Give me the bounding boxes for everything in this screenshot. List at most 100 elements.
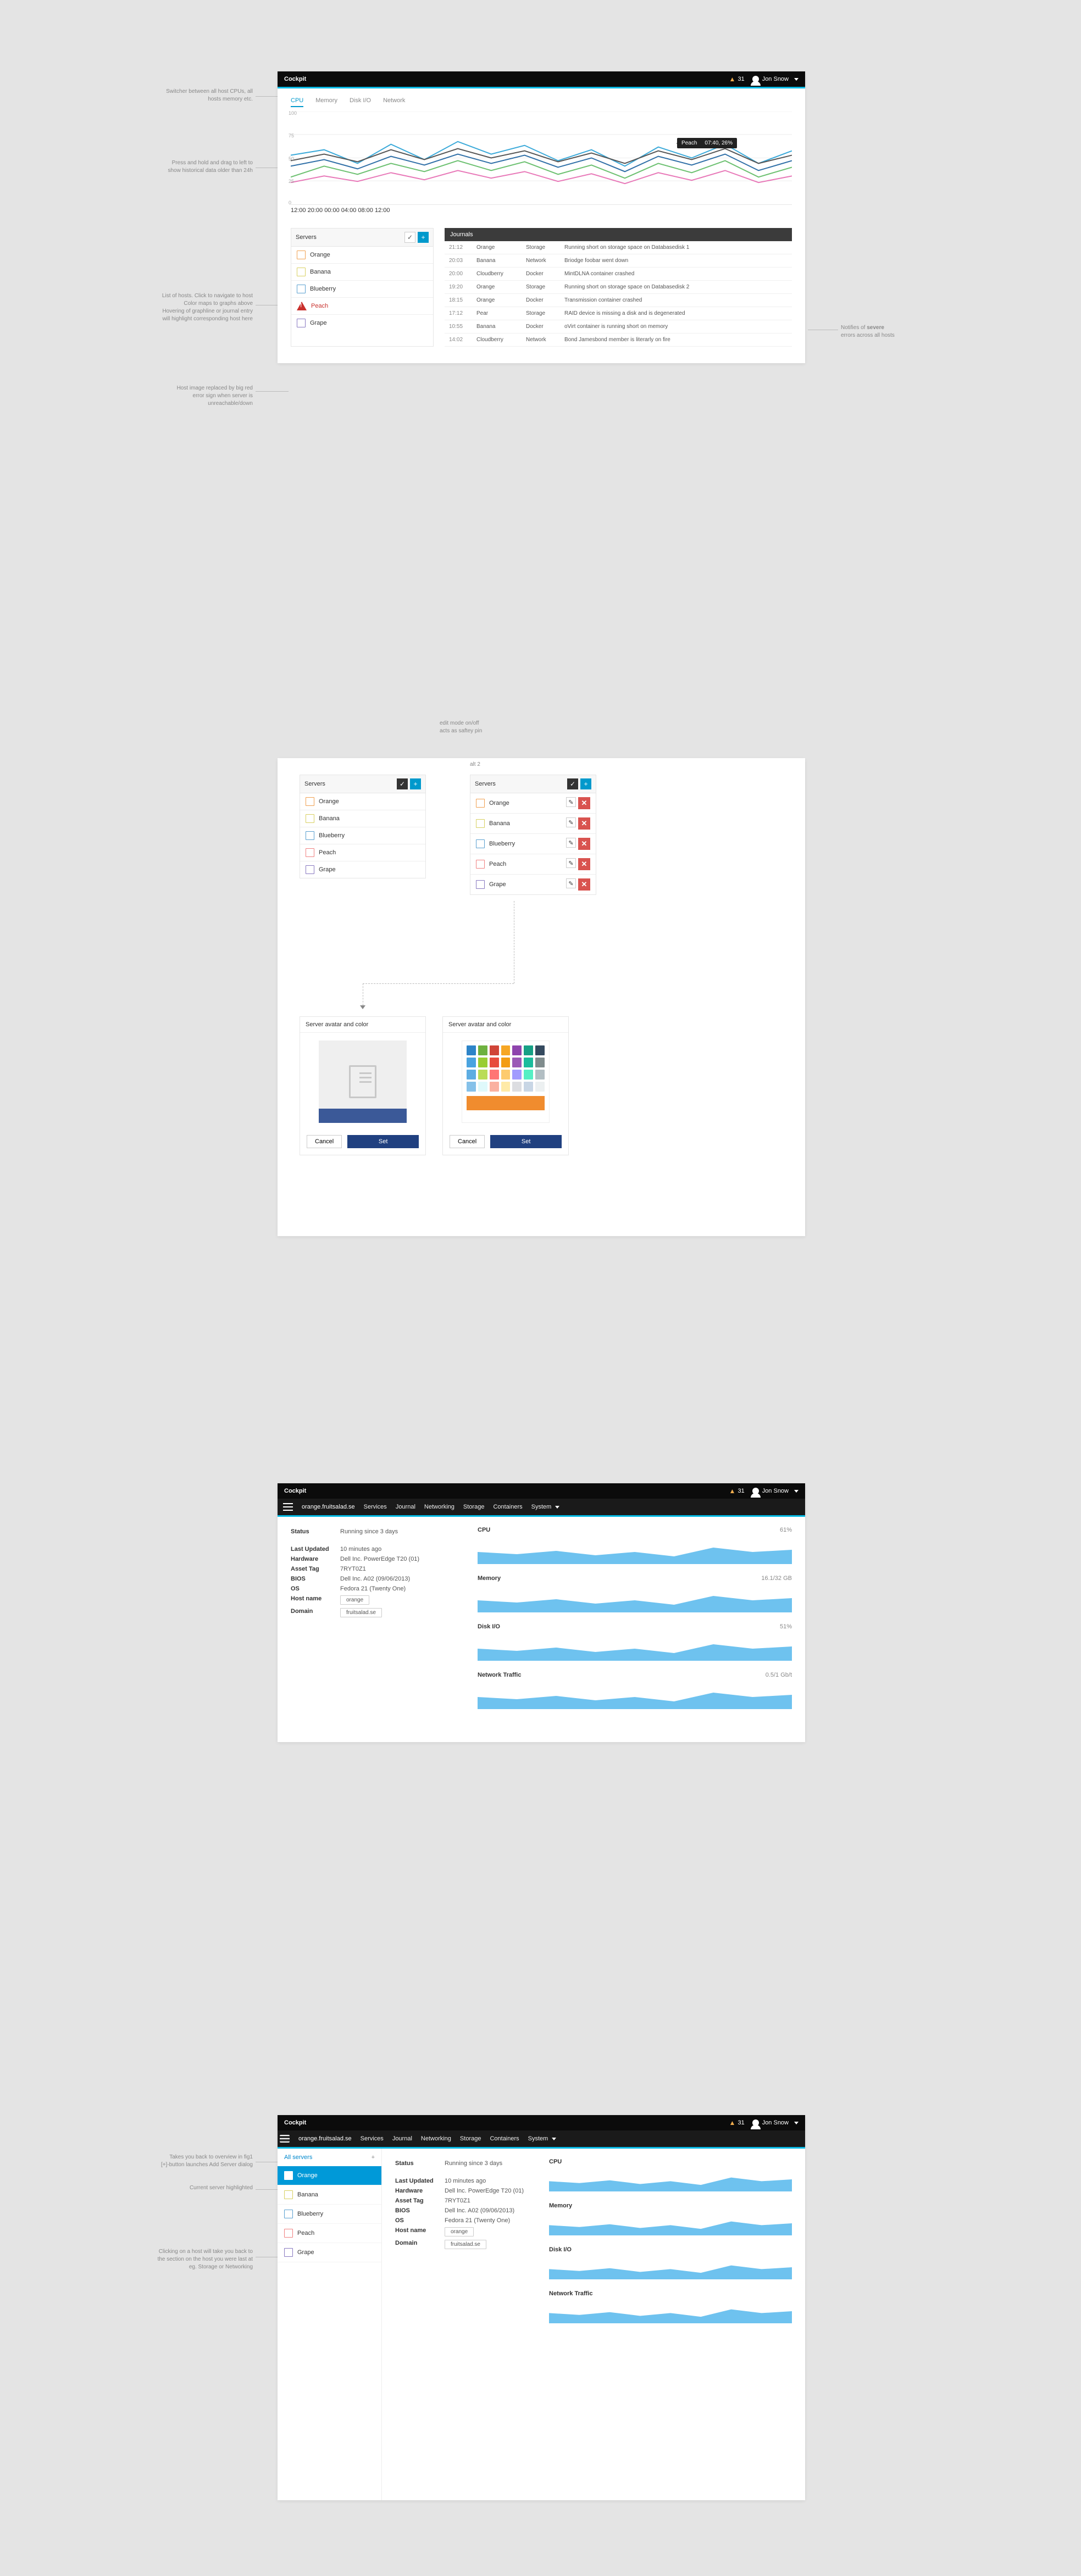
color-swatch[interactable] — [501, 1058, 511, 1067]
host-row[interactable]: Orange — [300, 793, 425, 810]
host-row[interactable]: Grape — [300, 861, 425, 878]
alerts-badge[interactable]: ▲31 — [729, 75, 745, 83]
sidebar-host-grape[interactable]: Grape — [278, 2243, 381, 2262]
nav-storage[interactable]: Storage — [460, 2135, 481, 2142]
color-swatch[interactable] — [524, 1058, 533, 1067]
color-swatch[interactable] — [490, 1045, 499, 1055]
nav-networking[interactable]: Networking — [424, 1504, 454, 1510]
sidebar-host-banana[interactable]: Banana — [278, 2185, 381, 2205]
nav-system[interactable]: System — [528, 2135, 557, 2142]
color-swatch[interactable] — [512, 1082, 522, 1092]
pencil-icon[interactable]: ✎ — [566, 817, 576, 827]
delete-button[interactable]: ✕ — [578, 858, 590, 870]
journal-row[interactable]: 19:20OrangeStorageRunning short on stora… — [445, 281, 792, 294]
nav-services[interactable]: Services — [361, 2135, 384, 2142]
all-servers-link[interactable]: All servers + — [278, 2149, 381, 2166]
metric-cpu[interactable]: CPU — [549, 2158, 792, 2191]
host-row-orange[interactable]: Orange — [291, 247, 433, 264]
journal-row[interactable]: 20:03BananaNetworkBriodge foobar went do… — [445, 254, 792, 268]
tab-memory[interactable]: Memory — [315, 97, 337, 107]
cancel-button[interactable]: Cancel — [307, 1135, 342, 1148]
set-button[interactable]: Set — [490, 1135, 562, 1148]
nav-containers[interactable]: Containers — [493, 1504, 522, 1510]
host-row[interactable]: Blueberry — [300, 827, 425, 844]
pill-value[interactable]: orange — [445, 2227, 474, 2236]
menu-icon[interactable] — [283, 1503, 293, 1511]
pill-value[interactable]: orange — [340, 1595, 369, 1605]
sidebar-host-peach[interactable]: Peach — [278, 2224, 381, 2243]
journal-row[interactable]: 18:15OrangeDockerTransmission container … — [445, 294, 792, 307]
nav-journal[interactable]: Journal — [396, 1504, 415, 1510]
add-server-button[interactable]: + — [418, 232, 429, 243]
pencil-icon[interactable]: ✎ — [566, 858, 576, 868]
color-swatch[interactable] — [467, 1045, 476, 1055]
cancel-button[interactable]: Cancel — [450, 1135, 485, 1148]
add-server-button[interactable]: + — [410, 778, 421, 789]
color-swatch[interactable] — [478, 1070, 487, 1080]
pencil-icon[interactable]: ✎ — [566, 797, 576, 807]
color-swatch[interactable] — [467, 1070, 476, 1080]
color-swatch[interactable] — [501, 1070, 511, 1080]
tab-cpu[interactable]: CPU — [291, 97, 303, 107]
color-swatch[interactable] — [524, 1082, 533, 1092]
add-server-plus[interactable]: + — [372, 2154, 375, 2161]
host-row-peach[interactable]: Peach — [291, 298, 433, 315]
color-swatch[interactable] — [512, 1045, 522, 1055]
set-button[interactable]: Set — [347, 1135, 419, 1148]
color-swatch[interactable] — [478, 1045, 487, 1055]
tab-network[interactable]: Network — [383, 97, 405, 107]
delete-button[interactable]: ✕ — [578, 878, 590, 891]
nav-system[interactable]: System — [531, 1504, 560, 1510]
journal-row[interactable]: 10:55BananaDockeroVirt container is runn… — [445, 320, 792, 333]
user-menu[interactable]: Jon Snow — [752, 2119, 799, 2126]
host-row[interactable]: Banana✎✕ — [470, 814, 596, 834]
overview-chart[interactable]: 100 75 50 25 0 Peach — [291, 112, 792, 205]
nav-containers[interactable]: Containers — [490, 2135, 519, 2142]
sidebar-host-orange[interactable]: Orange — [278, 2166, 381, 2185]
metric-diskio[interactable]: Disk I/O — [549, 2246, 792, 2279]
host-row[interactable]: Orange✎✕ — [470, 793, 596, 814]
color-swatch[interactable] — [478, 1082, 487, 1092]
tab-diskio[interactable]: Disk I/O — [350, 97, 371, 107]
avatar-placeholder[interactable] — [319, 1041, 407, 1123]
color-swatch[interactable] — [478, 1058, 487, 1067]
journal-row[interactable]: 17:12PearStorageRAID device is missing a… — [445, 307, 792, 320]
color-swatch[interactable] — [535, 1045, 545, 1055]
delete-button[interactable]: ✕ — [578, 817, 590, 830]
metric-networktraffic[interactable]: Network Traffic0.5/1 Gb/t — [478, 1672, 792, 1709]
pencil-icon[interactable]: ✎ — [566, 878, 576, 888]
host-row-blueberry[interactable]: Blueberry — [291, 281, 433, 298]
host-row[interactable]: Grape✎✕ — [470, 875, 596, 894]
alerts-badge[interactable]: ▲31 — [729, 1487, 745, 1495]
color-swatch[interactable] — [524, 1070, 533, 1080]
color-grid[interactable] — [462, 1041, 550, 1123]
color-swatch[interactable] — [512, 1070, 522, 1080]
pencil-icon[interactable]: ✎ — [566, 838, 576, 848]
add-server-button[interactable]: + — [580, 778, 591, 789]
host-row[interactable]: Peach✎✕ — [470, 854, 596, 875]
color-swatch[interactable] — [490, 1070, 499, 1080]
metric-memory[interactable]: Memory — [549, 2202, 792, 2235]
host-row-banana[interactable]: Banana — [291, 264, 433, 281]
color-swatch[interactable] — [467, 1058, 476, 1067]
color-swatch[interactable] — [501, 1082, 511, 1092]
metric-memory[interactable]: Memory16.1/32 GB — [478, 1575, 792, 1612]
pill-value[interactable]: fruitsalad.se — [445, 2240, 486, 2249]
host-row[interactable]: Peach — [300, 844, 425, 861]
host-row[interactable]: Blueberry✎✕ — [470, 834, 596, 854]
nav-services[interactable]: Services — [364, 1504, 387, 1510]
journal-row[interactable]: 21:12OrangeStorageRunning short on stora… — [445, 241, 792, 254]
pill-value[interactable]: fruitsalad.se — [340, 1608, 382, 1617]
menu-icon[interactable] — [280, 2135, 290, 2143]
color-swatch[interactable] — [501, 1045, 511, 1055]
sidebar-host-blueberry[interactable]: Blueberry — [278, 2205, 381, 2224]
user-menu[interactable]: Jon Snow — [752, 1488, 799, 1494]
metric-cpu[interactable]: CPU61% — [478, 1527, 792, 1564]
metric-networktraffic[interactable]: Network Traffic — [549, 2290, 792, 2323]
color-swatch[interactable] — [490, 1082, 499, 1092]
nav-journal[interactable]: Journal — [392, 2135, 412, 2142]
delete-button[interactable]: ✕ — [578, 797, 590, 809]
nav-networking[interactable]: Networking — [421, 2135, 451, 2142]
host-row-grape[interactable]: Grape — [291, 315, 433, 331]
edit-toggle[interactable]: ✓ — [397, 778, 408, 789]
